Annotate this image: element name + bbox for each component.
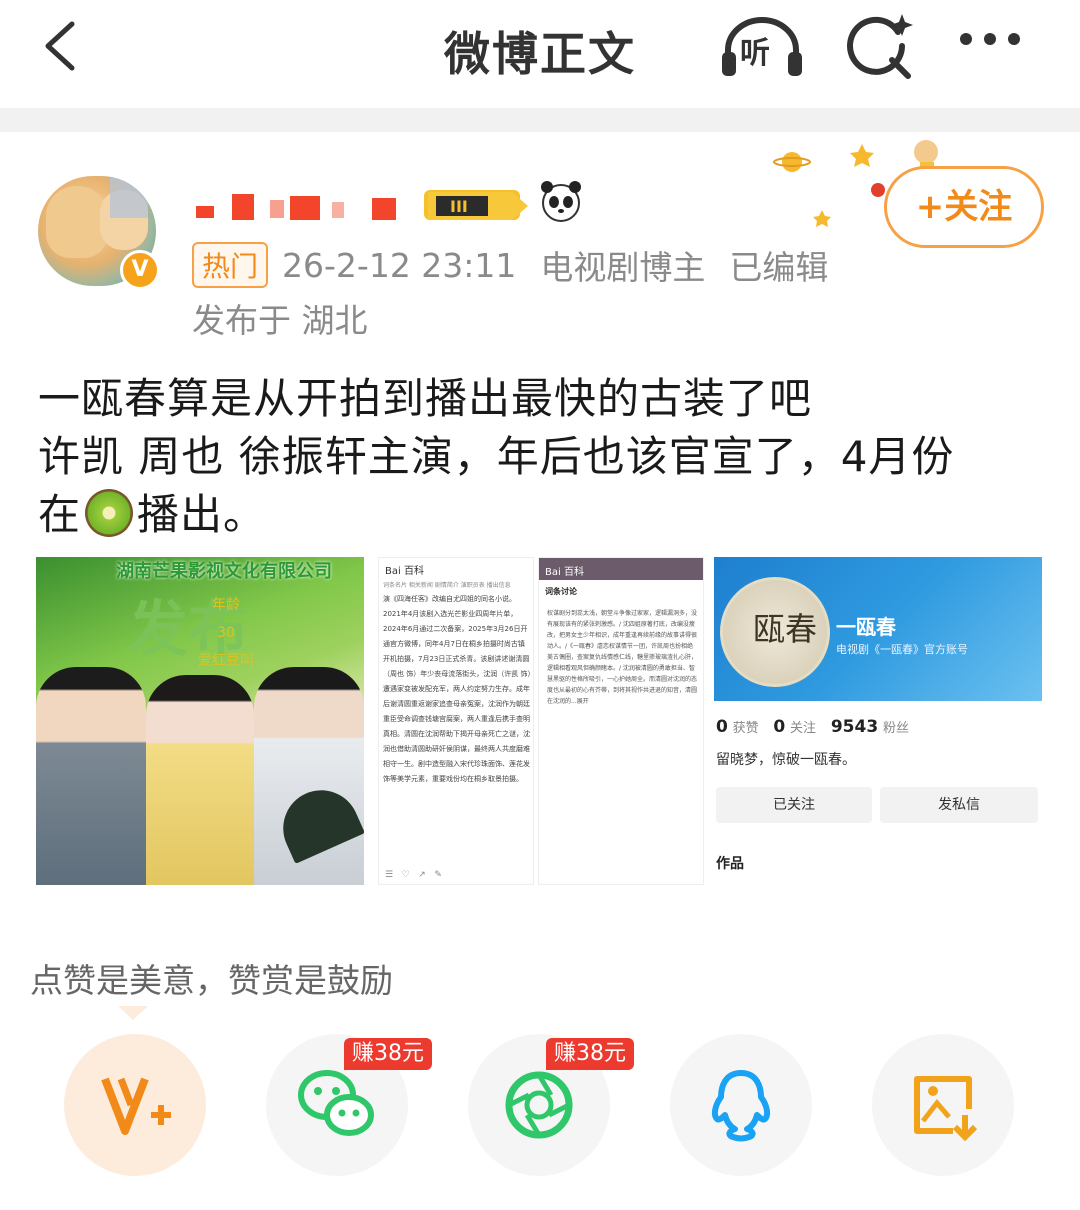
vplus-reward-button[interactable] xyxy=(64,1034,206,1176)
follow-button[interactable]: +关注 xyxy=(884,166,1044,248)
dot-icon xyxy=(984,33,996,45)
image-tabs: 词条名片 相关新闻 剧情简介 演职员表 播出信息 xyxy=(383,582,511,589)
wechat-icon xyxy=(298,1070,374,1136)
moments-icon xyxy=(505,1071,573,1139)
author-role: 电视剧博主 xyxy=(540,248,706,287)
qq-icon xyxy=(711,1070,771,1142)
search-sparkle-icon xyxy=(847,14,913,79)
post-location: 发布于 湖北 xyxy=(192,301,368,340)
avatar-figure xyxy=(46,186,108,258)
works-label: 作品 xyxy=(716,856,744,872)
verified-badge-icon: V xyxy=(120,250,160,290)
listen-label: 听 xyxy=(740,36,770,71)
account-bio: 留晓梦，惊破一瓯春。 xyxy=(716,752,856,768)
pointer-triangle xyxy=(118,1006,148,1020)
post-text-line: 在播出。 xyxy=(38,489,267,539)
reward-prompt: 点赞是美意，赞赏是鼓励 xyxy=(30,961,393,1000)
qq-share-button[interactable] xyxy=(670,1034,812,1176)
image-topbar: Bai 百科 xyxy=(385,566,424,577)
search-button[interactable] xyxy=(846,12,916,82)
save-image-icon xyxy=(914,1076,978,1142)
actress-figure xyxy=(146,675,254,885)
post-image-1[interactable]: 湖南芒果影视文化有限公司 发布 年龄 30 爱红豆叫 xyxy=(36,557,364,885)
image-topbar: Bai 百科 xyxy=(539,558,703,580)
save-image-button[interactable] xyxy=(872,1034,1014,1176)
account-stats: 0 获赞 0 关注 9543 粉丝 xyxy=(716,717,909,737)
divider xyxy=(0,108,1080,132)
kiwi-emoji-icon xyxy=(85,489,134,537)
account-name: 一瓯春 xyxy=(836,615,896,639)
post-image-4[interactable]: 瓯春 一瓯春 电视剧《一瓯春》官方账号 0 获赞 0 关注 9543 粉丝 留晓… xyxy=(714,557,1042,885)
message-button: 发私信 xyxy=(880,787,1038,823)
post-image-2[interactable]: Bai 百科 词条名片 相关新闻 剧情简介 演职员表 播出信息 演《四海任客》改… xyxy=(378,557,534,885)
image-footer: ☰ ♡ ↗ ✎ xyxy=(385,870,442,880)
earn-badge: 赚38元 xyxy=(344,1038,432,1070)
actor-figure xyxy=(36,667,146,885)
author-name-redacted[interactable]: III xyxy=(192,182,532,226)
dot-icon xyxy=(1008,33,1020,45)
hot-tag: 热门 xyxy=(192,242,269,288)
listen-button[interactable]: 听 xyxy=(720,14,804,78)
image-small-text: 年龄 30 爱红豆叫 xyxy=(198,597,254,669)
show-logo: 瓯春 xyxy=(720,577,830,687)
image-heading: 词条讨论 xyxy=(545,587,577,596)
page-title: 微博正文 xyxy=(444,27,636,81)
post-text-line: 许凯 周也 徐振轩主演，年后也该官宣了，4月份 xyxy=(38,432,955,481)
top-bar: 微博正文 听 xyxy=(0,0,1080,108)
edited-label[interactable]: 已编辑 xyxy=(729,241,828,289)
post-text-line: 一瓯春算是从开拍到播出最快的古装了吧 xyxy=(38,374,813,423)
post-image-3[interactable]: Bai 百科 词条讨论 权谋剧分到蕊太浅，朝堂斗争像过家家，逻辑漏洞多，没有展现… xyxy=(538,557,704,885)
dot-icon xyxy=(960,33,972,45)
followed-button: 已关注 xyxy=(716,787,872,823)
timestamp: 26-2-12 23:11 xyxy=(282,245,517,285)
svg-text:III: III xyxy=(450,197,468,216)
v-plus-icon xyxy=(101,1077,171,1135)
panda-emoji-icon xyxy=(541,181,581,222)
avatar-mosaic xyxy=(110,178,148,218)
account-desc: 电视剧《一瓯春》官方账号 xyxy=(836,643,968,656)
post-meta: 热门 26-2-12 23:11 电视剧博主 已编辑 xyxy=(192,242,852,288)
image-text: 演《四海任客》改编自尤四姐的同名小说。2021年4月该剧入选光芒影业四周年片单，… xyxy=(383,595,531,783)
more-options-button[interactable] xyxy=(960,30,1036,56)
earn-badge: 赚38元 xyxy=(546,1038,634,1070)
image-text: 权谋剧分到蕊太浅，朝堂斗争像过家家，逻辑漏洞多，没有展现该有的紧张刺激感。/ 沈… xyxy=(547,610,698,705)
post-body: 一瓯春算是从开拍到播出最快的古装了吧 许凯 周也 徐振轩主演，年后也该官宣了，4… xyxy=(38,370,1048,544)
image-title: 湖南芒果影视文化有限公司 xyxy=(116,561,332,582)
